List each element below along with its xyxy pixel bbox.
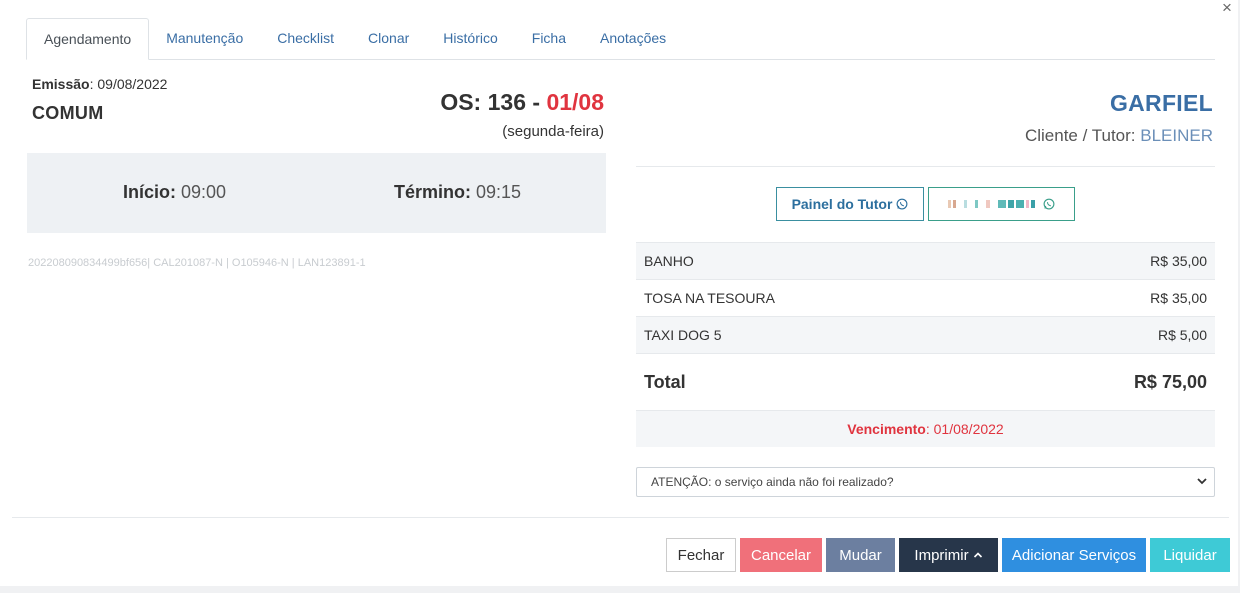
end-time-label: Término:: [394, 182, 472, 202]
start-time-value: 09:00: [176, 182, 227, 202]
service-price: R$ 35,00: [1150, 290, 1207, 306]
tutor-name[interactable]: BLEINER: [1140, 126, 1213, 145]
weekday: (segunda-feira): [502, 123, 604, 140]
service-row: TOSA NA TESOURA R$ 35,00: [636, 279, 1215, 316]
liquidar-button[interactable]: Liquidar: [1150, 538, 1230, 572]
vencimento-label: Vencimento: [847, 421, 926, 437]
start-time-label: Início:: [123, 182, 176, 202]
tab-manutencao[interactable]: Manutenção: [149, 18, 260, 58]
fechar-button[interactable]: Fechar: [666, 538, 736, 572]
whatsapp-icon: [1043, 198, 1055, 210]
whatsapp-phone-button[interactable]: [928, 187, 1075, 221]
tab-ficha[interactable]: Ficha: [515, 18, 583, 58]
total-label: Total: [644, 371, 686, 392]
services-table: BANHO R$ 35,00 TOSA NA TESOURA R$ 35,00 TA…: [636, 242, 1215, 410]
service-name: TOSA NA TESOURA: [644, 290, 775, 306]
tab-checklist[interactable]: Checklist: [260, 18, 351, 58]
tab-historico[interactable]: Histórico: [426, 18, 514, 58]
os-number: OS: 136 -: [440, 89, 547, 115]
end-time: Término: 09:15: [394, 182, 521, 203]
status-select[interactable]: ATENÇÃO: o serviço ainda não foi realiza…: [636, 467, 1215, 497]
os-date: 01/08: [546, 89, 604, 115]
adicionar-label: Adicionar Serviços: [1011, 546, 1137, 564]
imprimir-label: Imprimir: [914, 546, 969, 564]
cancelar-label: Cancelar: [750, 546, 812, 564]
total-value: R$ 75,00: [1133, 371, 1207, 392]
divider: [636, 166, 1215, 167]
mudar-label: Mudar: [839, 546, 882, 564]
cancelar-button[interactable]: Cancelar: [740, 538, 822, 572]
os-title: OS: 136 - 01/08: [440, 89, 604, 116]
service-row: TAXI DOG 5 R$ 5,00: [636, 316, 1215, 353]
tab-clonar[interactable]: Clonar: [351, 18, 426, 58]
vencimento: Vencimento: 01/08/2022: [636, 410, 1215, 447]
pet-name: GARFIEL: [1109, 90, 1213, 116]
start-time: Início: 09:00: [123, 182, 226, 203]
tab-bar: Agendamento Manutenção Checklist Clonar …: [26, 18, 1215, 60]
painel-tutor-button[interactable]: Painel do Tutor: [776, 187, 924, 221]
fechar-label: Fechar: [677, 546, 725, 564]
liquidar-label: Liquidar: [1163, 546, 1217, 564]
adicionar-servicos-button[interactable]: Adicionar Serviços: [1002, 538, 1146, 572]
emissao-value: : 09/08/2022: [89, 76, 168, 92]
emissao-date: Emissão: 09/08/2022: [32, 76, 167, 92]
client-tutor-label: Cliente / Tutor:: [1024, 126, 1141, 145]
mudar-button[interactable]: Mudar: [826, 538, 895, 572]
footer-divider: [12, 517, 1229, 518]
end-time-value: 09:15: [471, 182, 522, 202]
close-icon[interactable]: ×: [1220, 0, 1234, 16]
appointment-type: COMUM: [32, 103, 104, 123]
emissao-label: Emissão: [32, 76, 90, 92]
modal: × Agendamento Manutenção Checklist Clona…: [0, 0, 1238, 586]
chevron-up-icon: [973, 552, 982, 558]
imprimir-button[interactable]: Imprimir: [899, 538, 998, 572]
reference-codes: 202208090834499bf656| CAL201087-N | O105…: [28, 257, 366, 269]
tab-anotacoes[interactable]: Anotações: [583, 18, 683, 58]
service-price: R$ 35,00: [1150, 253, 1207, 269]
redacted-phone: [948, 200, 1035, 208]
service-price: R$ 5,00: [1157, 327, 1207, 343]
chevron-down-icon: [1197, 478, 1207, 485]
whatsapp-icon: [896, 198, 908, 210]
total-row: Total R$ 75,00: [636, 353, 1215, 410]
vencimento-value: : 01/08/2022: [925, 421, 1004, 437]
tab-agendamento[interactable]: Agendamento: [26, 18, 150, 60]
service-name: BANHO: [644, 253, 694, 269]
status-select-value: ATENÇÃO: o serviço ainda não foi realiza…: [651, 475, 894, 489]
service-name: TAXI DOG 5: [644, 327, 722, 343]
time-box: Início: 09:00 Término: 09:15: [27, 153, 606, 233]
painel-tutor-label: Painel do Tutor: [791, 196, 893, 212]
client-tutor: Cliente / Tutor: BLEINER: [1025, 126, 1213, 146]
service-row: BANHO R$ 35,00: [636, 242, 1215, 279]
